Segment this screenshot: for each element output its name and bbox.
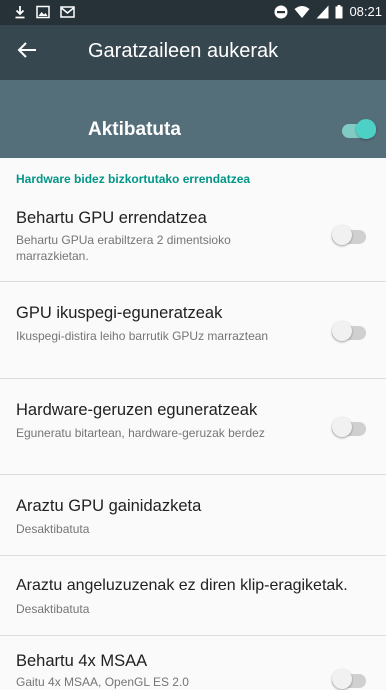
toggle-thumb [356, 119, 376, 139]
pref-force-4x-msaa[interactable]: Behartu 4x MSAA Gaitu 4x MSAA, OpenGL ES… [0, 636, 386, 690]
app-toolbar: Garatzaileen aukerak [0, 25, 386, 80]
pref-hardware-layer-updates[interactable]: Hardware-geruzen eguneratzeak Eguneratu … [0, 379, 386, 474]
category-header: Hardware bidez bizkortutako errendatzea [16, 172, 251, 186]
image-icon [36, 5, 50, 19]
pref-summary: Eguneratu bitartean, hardware-geruzak be… [16, 426, 265, 440]
arrow-back-icon [17, 42, 36, 58]
master-switch-bar[interactable]: Aktibatuta [0, 80, 386, 158]
pref-toggle[interactable] [332, 320, 366, 344]
back-button[interactable] [16, 39, 38, 66]
pref-title: Behartu GPU errendatzea [16, 209, 207, 227]
toggle-thumb [332, 669, 352, 689]
pref-summary: Behartu GPUa erabiltzera 2 dimentsioko m… [16, 233, 231, 263]
pref-title: Araztu angeluzuzenak ez diren klip-eragi… [16, 577, 348, 594]
toggle-thumb [332, 321, 352, 341]
pref-summary: Desaktibatuta [16, 602, 90, 616]
toggle-thumb [332, 417, 352, 437]
pref-title: Araztu GPU gainidazketa [16, 497, 202, 515]
pref-summary: Desaktibatuta [16, 522, 90, 536]
wifi-icon [294, 5, 310, 18]
download-icon [15, 6, 25, 19]
pref-gpu-view-updates[interactable]: GPU ikuspegi-eguneratzeak Ikuspegi-disti… [0, 282, 386, 378]
status-time: 08:21 [349, 4, 382, 19]
status-bar: 08:21 [0, 0, 386, 25]
master-switch-label: Aktibatuta [88, 119, 181, 140]
pref-toggle[interactable] [332, 416, 366, 440]
battery-icon [335, 4, 343, 18]
pref-debug-gpu-overdraw[interactable]: Araztu GPU gainidazketa Desaktibatuta [0, 475, 386, 555]
do-not-disturb-icon [274, 5, 288, 18]
pref-force-gpu-rendering[interactable]: Behartu GPU errendatzea Behartu GPUa era… [0, 195, 386, 281]
pref-debug-non-rect-clip[interactable]: Araztu angeluzuzenak ez diren klip-eragi… [0, 556, 386, 635]
toggle-thumb [332, 225, 352, 245]
pref-title: Hardware-geruzen eguneratzeak [16, 401, 258, 419]
master-toggle[interactable] [342, 118, 376, 142]
pref-summary: Ikuspegi-distira leiho barrutik GPUz mar… [16, 329, 269, 343]
pref-summary: Gaitu 4x MSAA, OpenGL ES 2.0 [16, 675, 189, 689]
pref-toggle[interactable] [332, 668, 366, 690]
pref-title: GPU ikuspegi-eguneratzeak [16, 304, 223, 322]
page-title: Garatzaileen aukerak [88, 40, 279, 62]
pref-toggle[interactable] [332, 224, 366, 248]
signal-icon [316, 5, 329, 18]
pref-title: Behartu 4x MSAA [16, 652, 148, 670]
mail-icon [60, 6, 75, 18]
